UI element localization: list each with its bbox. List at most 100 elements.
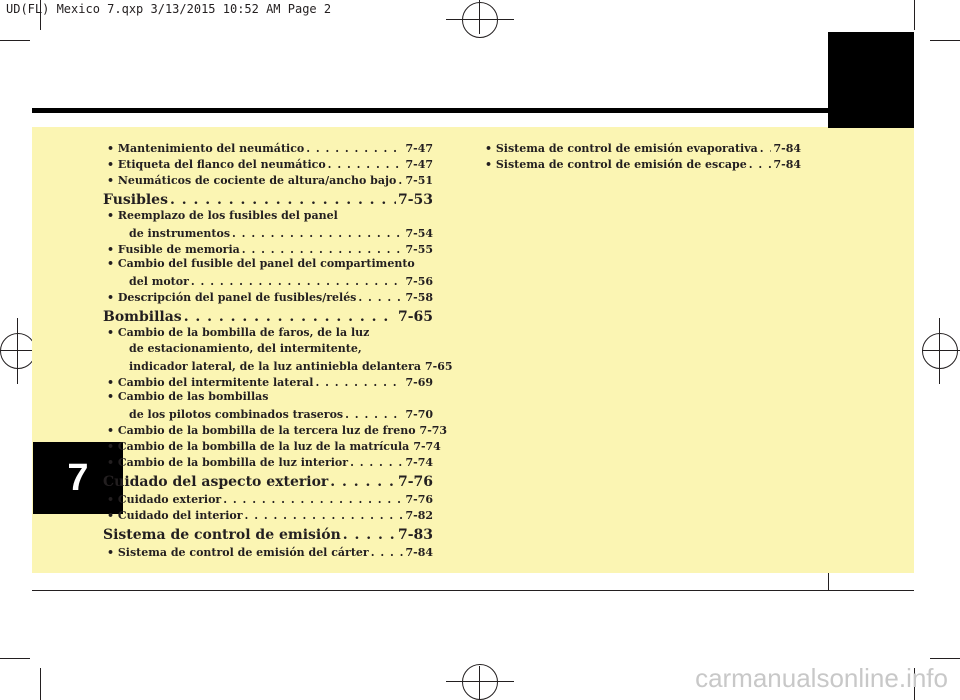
toc-entry[interactable]: indicador lateral, de la luz antiniebla … [103,358,453,374]
dot-leader [306,142,403,156]
toc-entry[interactable]: • Cambio de la bombilla de la tercera lu… [103,422,447,438]
chapter-tab-block [828,32,914,128]
toc-page-number: 7-76 [397,474,433,490]
toc-entry-line: • Cambio de la bombilla de faros, de la … [107,326,370,339]
toc-entry-line: • Reemplazo de los fusibles del panel [107,209,338,222]
file-slug: UD(FL) Mexico 7.qxp 3/13/2015 10:52 AM P… [6,2,332,16]
dot-leader [330,473,396,491]
dot-leader [398,174,403,188]
dot-leader [191,275,404,289]
toc-page-number: 7-53 [397,192,433,208]
toc-entry[interactable]: • Descripción del panel de fusibles/relé… [103,289,433,305]
dot-leader [749,158,772,172]
dot-leader [315,376,403,390]
toc-entry[interactable]: • Sistema de control de emisión evaporat… [481,140,801,156]
crop-mark [40,0,41,30]
toc-entry[interactable]: • Etiqueta del flanco del neumático 7-47 [103,156,433,172]
dot-leader [371,546,404,560]
toc-page-number: 7-83 [397,527,433,543]
toc-entry-line: • Cambio del fusible del panel del compa… [107,257,415,270]
toc-entry-title: • Cambio de la bombilla de luz interior [107,456,349,469]
toc-entry-title: • Sistema de control de emisión de escap… [485,158,747,171]
toc-column-right: • Sistema de control de emisión evaporat… [481,140,801,172]
dot-leader [245,509,404,523]
toc-page-number: 7-56 [405,275,433,288]
dot-leader [345,408,403,422]
toc-section-heading[interactable]: Cuidado del aspecto exterior 7-76 [103,470,433,491]
toc-page-number: 7-84 [405,546,433,559]
dot-leader [760,142,772,156]
toc-entry-title: Sistema de control de emisión [103,527,341,543]
toc-page-number: 7-54 [405,227,433,240]
toc-page-number: 7-65 [424,360,453,373]
dot-leader [350,456,403,470]
toc-entry-title: • Neumáticos de cociente de altura/ancho… [107,174,397,187]
dot-leader [170,191,396,209]
crop-mark [0,658,30,659]
toc-entry-title: de los pilotos combinados traseros [129,408,344,421]
toc-entry[interactable]: • Cuidado exterior 7-76 [103,491,433,507]
toc-entry-title: • Cuidado exterior [107,493,222,506]
toc-entry[interactable]: • Sistema de control de emisión de escap… [481,156,801,172]
crop-mark [914,0,915,30]
toc-page-number: 7-70 [405,408,433,421]
dot-leader [343,526,396,544]
toc-entry-title: Bombillas [103,309,182,325]
toc-entry[interactable]: • Cambio de la bombilla de luz interior 7… [103,454,433,470]
toc-page-number: 7-55 [405,243,433,256]
toc-entry-title: • Sistema de control de emisión del cárt… [107,546,369,559]
toc-section-heading[interactable]: Bombillas 7-65 [103,305,433,326]
toc-page-number: 7-65 [397,309,433,325]
toc-entry-title: • Etiqueta del flanco del neumático [107,158,326,171]
toc-entry-line: • Cambio de las bombillas [107,390,269,403]
toc-column-left: • Mantenimiento del neumático7-47• Etiqu… [103,140,453,560]
toc-entry-title: • Cuidado del interior [107,509,243,522]
toc-page-number: 7-76 [405,493,433,506]
toc-entry[interactable]: • Cambio del intermitente lateral 7-69 [103,374,433,390]
bottom-rule [32,590,914,591]
top-rule [32,108,828,113]
toc-entry-title: • Descripción del panel de fusibles/relé… [107,291,357,304]
crop-mark [930,40,960,41]
toc-page-number: 7-74 [405,456,433,469]
toc-entry-title: del motor [129,275,189,288]
toc-entry-title: • Cambio del intermitente lateral [107,376,314,389]
toc-page-number: 7-47 [405,158,433,171]
toc-page-number: 7-84 [773,158,801,171]
toc-section-heading[interactable]: Sistema de control de emisión 7-83 [103,523,433,544]
bottom-tick [828,573,829,590]
toc-entry-line: de estacionamiento, del intermitente, [129,342,362,355]
toc-entry[interactable]: • Cambio de la bombilla de la luz de la … [103,438,441,454]
dot-leader [184,308,396,326]
dot-leader [232,227,403,241]
toc-page-number: 7-69 [405,376,433,389]
toc-entry[interactable]: • Fusible de memoria 7-55 [103,241,433,257]
toc-entry-title: Cuidado del aspecto exterior [103,474,329,490]
toc-entry-title: de instrumentos [129,227,231,240]
toc-page-number: 7-47 [405,142,433,155]
toc-entry-title: • Mantenimiento del neumático [107,142,305,155]
toc-entry[interactable]: • Cuidado del interior 7-82 [103,507,433,523]
crop-mark [40,668,41,700]
toc-page-number: 7-74 [413,440,441,453]
toc-entry-title: • Cambio de la bombilla de la luz de la … [107,440,410,453]
toc-entry[interactable]: • Mantenimiento del neumático 7-47 [103,140,433,156]
toc-entry[interactable]: de instrumentos 7-54 [103,225,433,241]
toc-entry[interactable]: de los pilotos combinados traseros 7-70 [103,406,433,422]
toc-page-number: 7-51 [405,174,433,187]
toc-entry[interactable]: del motor 7-56 [103,273,433,289]
toc-entry[interactable]: • Neumáticos de cociente de altura/ancho… [103,172,433,188]
toc-page-number: 7-73 [419,424,448,437]
toc-entry-title: • Sistema de control de emisión evaporat… [485,142,758,155]
crop-mark [0,40,30,41]
dot-leader [223,493,403,507]
toc-section-heading[interactable]: Fusibles 7-53 [103,188,433,209]
toc-entry[interactable]: • Sistema de control de emisión del cárt… [103,544,433,560]
toc-entry-title: Fusibles [103,192,168,208]
crop-mark [930,658,960,659]
toc-entry-title: • Cambio de la bombilla de la tercera lu… [107,424,416,437]
toc-page-number: 7-58 [405,291,433,304]
toc-page-number: 7-82 [405,509,433,522]
toc-page-number: 7-84 [773,142,801,155]
dot-leader [328,158,404,172]
